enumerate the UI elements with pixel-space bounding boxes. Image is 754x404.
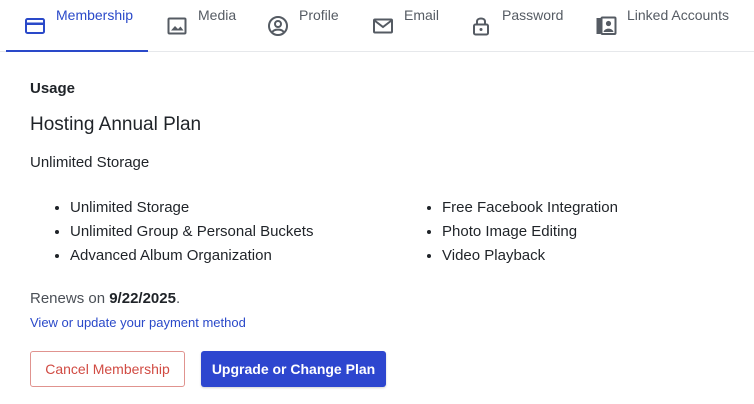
plan-summary: Unlimited Storage: [30, 154, 150, 171]
renewal-prefix: Renews on: [30, 290, 106, 307]
feature-item: Photo Image Editing: [442, 220, 618, 244]
envelope-icon: [372, 15, 394, 37]
tab-label: Password: [502, 6, 564, 23]
membership-settings-page: Membership Media Profile Email Password: [0, 0, 754, 404]
upgrade-plan-button[interactable]: Upgrade or Change Plan: [201, 351, 386, 387]
linked-accounts-icon: [595, 15, 617, 37]
section-heading: Usage: [30, 80, 76, 97]
credit-card-icon: [24, 15, 46, 37]
settings-tabs: Membership Media Profile Email Password: [0, 0, 754, 52]
lock-icon: [470, 15, 492, 37]
tab-label: Email: [404, 6, 440, 23]
payment-method-link[interactable]: View or update your payment method: [30, 315, 246, 330]
tab-label: Media: [198, 6, 237, 23]
image-icon: [166, 15, 188, 37]
renewal-date: 9/22/2025: [109, 290, 176, 307]
cancel-membership-button[interactable]: Cancel Membership: [30, 351, 185, 387]
tab-linked-accounts[interactable]: Linked Accounts: [595, 0, 729, 51]
feature-item: Unlimited Storage: [70, 196, 313, 220]
renewal-suffix: .: [175, 290, 181, 307]
tab-profile[interactable]: Profile: [267, 0, 339, 51]
renewal-notice: Renews on 9/22/2025.: [30, 290, 180, 307]
tab-label: Membership: [56, 6, 134, 23]
tab-label: Linked Accounts: [627, 6, 729, 23]
tab-media[interactable]: Media: [166, 0, 236, 51]
tab-label: Profile: [299, 6, 339, 23]
tab-password[interactable]: Password: [470, 0, 563, 51]
feature-item: Unlimited Group & Personal Buckets: [70, 220, 313, 244]
user-circle-icon: [267, 15, 289, 37]
feature-item: Free Facebook Integration: [442, 196, 618, 220]
feature-item: Video Playback: [442, 244, 618, 268]
tab-membership[interactable]: Membership: [6, 0, 148, 52]
tab-email[interactable]: Email: [372, 0, 439, 51]
plan-name: Hosting Annual Plan: [30, 114, 202, 135]
feature-item: Advanced Album Organization: [70, 244, 313, 268]
feature-list-right: Free Facebook Integration Photo Image Ed…: [402, 196, 618, 268]
feature-list-left: Unlimited Storage Unlimited Group & Pers…: [30, 196, 313, 268]
